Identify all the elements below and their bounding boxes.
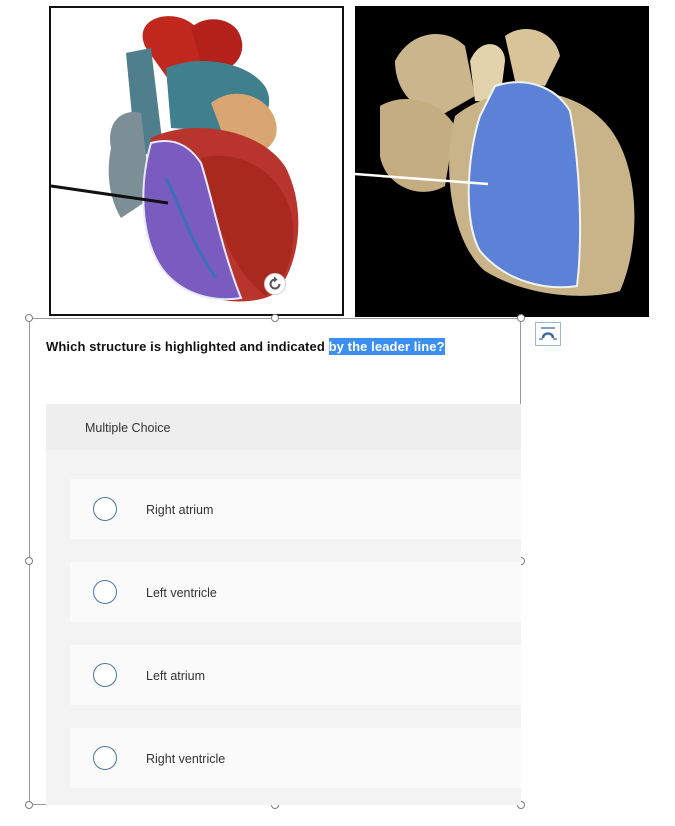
multiple-choice-header: Multiple Choice — [46, 404, 521, 450]
resize-handle-top-left[interactable] — [25, 314, 33, 322]
layout-options-icon[interactable] — [535, 322, 561, 346]
choice-label: Left atrium — [146, 669, 206, 683]
rotate-handle[interactable] — [264, 273, 286, 295]
radio-button[interactable] — [93, 580, 117, 604]
choice-right-atrium[interactable]: Right atrium — [70, 479, 521, 539]
rotate-icon — [269, 276, 281, 290]
choice-left-atrium[interactable]: Left atrium — [70, 645, 521, 705]
choice-right-ventricle[interactable]: Right ventricle — [70, 728, 521, 788]
choice-label: Right ventricle — [146, 752, 226, 766]
choice-label: Left ventricle — [146, 586, 217, 600]
radio-button[interactable] — [93, 663, 117, 687]
choice-label: Right atrium — [146, 503, 214, 517]
resize-handle-bottom-left[interactable] — [25, 801, 33, 809]
multiple-choice-label: Multiple Choice — [85, 421, 171, 435]
heart-model-image — [49, 6, 344, 316]
question-selected-text[interactable]: by the leader line? — [328, 338, 445, 355]
heart-specimen-image — [355, 6, 649, 317]
resize-handle-top[interactable] — [271, 314, 279, 322]
question-text: Which structure is highlighted and indic… — [46, 338, 445, 355]
choice-left-ventricle[interactable]: Left ventricle — [70, 562, 521, 622]
resize-handle-left[interactable] — [25, 557, 33, 565]
resize-handle-top-right[interactable] — [517, 314, 525, 322]
radio-button[interactable] — [93, 497, 117, 521]
radio-button[interactable] — [93, 746, 117, 770]
question-plain-text: Which structure is highlighted and indic… — [46, 339, 329, 354]
